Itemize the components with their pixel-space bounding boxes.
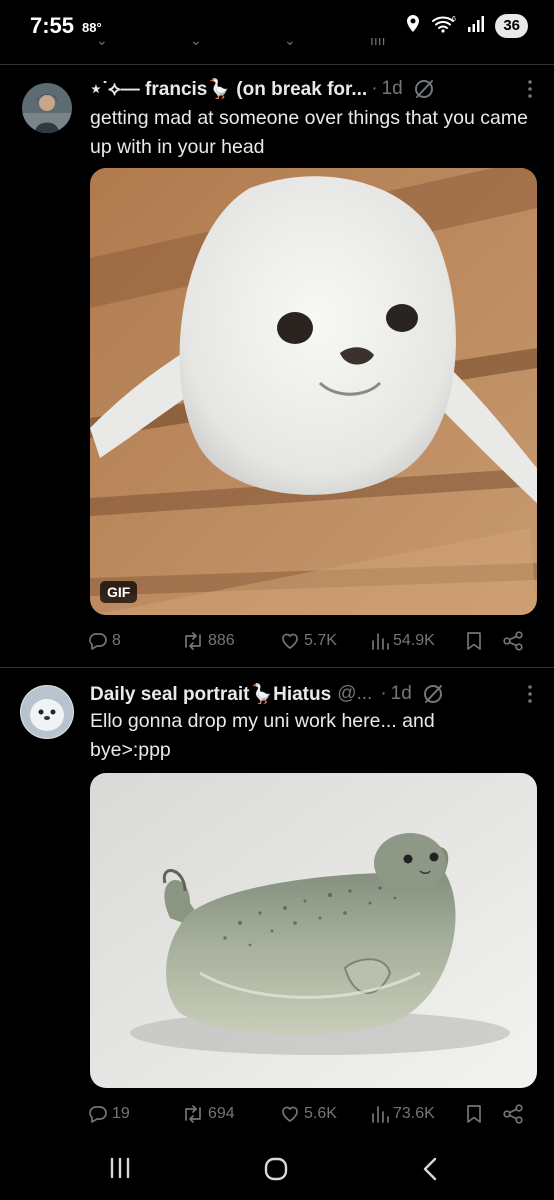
signal-icon: [467, 15, 485, 38]
like-count: 5.7K: [304, 632, 337, 649]
separator-dot: ·: [380, 683, 387, 704]
repost-count: 886: [208, 632, 235, 649]
wifi-6-icon: 6: [431, 14, 457, 39]
seal-gif-image: [90, 168, 537, 615]
gif-badge: GIF: [100, 581, 138, 603]
battery-indicator: 36: [495, 14, 528, 38]
bookmark-icon: [467, 1105, 481, 1123]
tweet-time[interactable]: 1d: [382, 78, 403, 100]
reply-count: 19: [112, 1105, 130, 1122]
share-icon: [503, 631, 523, 651]
tweet-text: Ello gonna drop my uni work here... and …: [90, 710, 435, 761]
share-button[interactable]: [502, 1104, 524, 1124]
recent-apps-icon[interactable]: [108, 1156, 132, 1185]
like-button[interactable]: 5.7K: [280, 631, 337, 651]
views-icon: [372, 633, 389, 650]
separator-dot: ·: [371, 78, 378, 99]
back-icon[interactable]: [420, 1156, 440, 1187]
views-count: 73.6K: [393, 1105, 435, 1122]
repost-button[interactable]: 886: [182, 631, 235, 651]
tweet-text: getting mad at someone over things that …: [90, 107, 528, 158]
tweet-actions: 19 694 5.6K 73.6K: [88, 1102, 538, 1126]
status-temperature: 88°: [82, 19, 102, 35]
views-icon: ıııı: [370, 38, 386, 48]
grok-icon[interactable]: [413, 78, 435, 100]
like-count: 5.6K: [304, 1105, 337, 1122]
svg-text:6: 6: [452, 16, 456, 23]
system-nav-bar: [0, 1136, 554, 1200]
tweet-media-image[interactable]: [90, 773, 537, 1088]
display-name[interactable]: Daily seal portrait🪿Hiatus: [90, 682, 331, 706]
repost-icon: ⌄: [190, 38, 202, 48]
reply-icon: [89, 633, 107, 650]
reply-button[interactable]: 19: [88, 1104, 130, 1124]
home-icon[interactable]: [263, 1156, 289, 1187]
avatar[interactable]: [20, 685, 74, 739]
previous-tweet-actions-cutoff: ⌄ ⌄ ⌄ ıııı: [0, 38, 554, 48]
repost-button[interactable]: 694: [182, 1104, 235, 1124]
like-button[interactable]: 5.6K: [280, 1104, 337, 1124]
reply-icon: ⌄: [96, 38, 108, 48]
tweet[interactable]: Daily seal portrait🪿Hiatus @... · 1d Ell…: [0, 667, 554, 1135]
share-icon: [503, 1104, 523, 1124]
repost-count: 694: [208, 1105, 235, 1122]
bookmark-button[interactable]: [466, 631, 482, 651]
bookmark-button[interactable]: [466, 1104, 482, 1124]
like-icon: [282, 633, 298, 649]
tweet-time[interactable]: 1d: [391, 683, 412, 705]
bookmark-icon: [467, 632, 481, 650]
views-icon: [372, 1106, 389, 1123]
location-icon: [405, 14, 421, 39]
reply-icon: [89, 1106, 107, 1123]
status-icons: 6 36: [405, 14, 528, 39]
tweet-header: Daily seal portrait🪿Hiatus @... · 1d: [90, 681, 534, 707]
avatar[interactable]: [22, 83, 72, 133]
handle[interactable]: @...: [337, 683, 372, 705]
views-button[interactable]: 54.9K: [371, 631, 435, 651]
tweet-header: ⋆˙⟡— francis🪿 (on break for... · 1d: [90, 76, 534, 102]
reply-button[interactable]: 8: [88, 631, 121, 651]
tweet[interactable]: ⋆˙⟡— francis🪿 (on break for... · 1d gett…: [0, 64, 554, 667]
views-button[interactable]: 73.6K: [371, 1104, 435, 1124]
repost-icon: [185, 632, 201, 650]
like-icon: ⌄: [284, 38, 296, 48]
grok-icon[interactable]: [422, 683, 444, 705]
tweet-actions: 8 886 5.7K 54.9K: [88, 629, 538, 653]
like-icon: [282, 1106, 298, 1122]
display-name[interactable]: ⋆˙⟡— francis🪿 (on break for...: [90, 77, 367, 101]
share-button[interactable]: [502, 631, 524, 651]
reply-count: 8: [112, 632, 121, 649]
repost-icon: [185, 1105, 201, 1123]
tweet-media-gif[interactable]: GIF: [90, 168, 537, 615]
more-options-icon[interactable]: [526, 78, 534, 100]
status-time: 7:55: [30, 13, 75, 38]
more-options-icon[interactable]: [526, 683, 534, 705]
views-count: 54.9K: [393, 632, 435, 649]
seal-sculpture-image: [90, 773, 537, 1088]
